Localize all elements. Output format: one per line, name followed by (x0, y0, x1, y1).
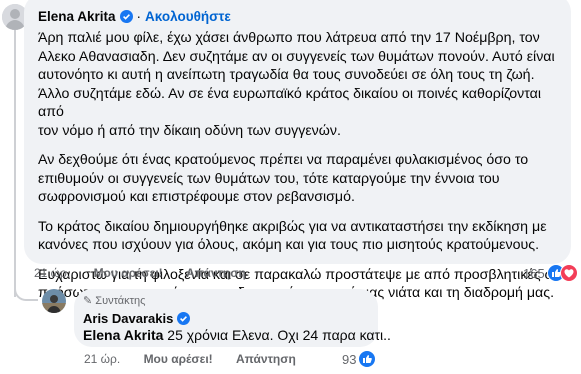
separator-dot: · (136, 9, 142, 24)
comment-time[interactable]: 21 ώρ. (34, 266, 70, 280)
thread-curve (14, 283, 38, 301)
reply-reply-button[interactable]: Απάντηση (236, 352, 296, 366)
replier-avatar[interactable] (42, 289, 66, 313)
verified-badge-icon (177, 312, 191, 325)
reply-header: Aris Davarakis (83, 310, 191, 328)
mention-link[interactable]: Elena Akrita (83, 327, 163, 343)
reply-actions: 21 ώρ. Μου αρέσει! Απάντηση (84, 352, 316, 366)
like-button[interactable]: Μου αρέσει! (94, 266, 163, 280)
reply-time[interactable]: 21 ώρ. (84, 352, 120, 366)
person-icon (42, 289, 66, 313)
comment-author[interactable]: Elena Akrita (38, 9, 116, 24)
reply-text: 25 χρόνια Ελενα. Οχι 24 παρα κατι.. (163, 327, 391, 343)
reply-body: Elena Akrita 25 χρόνια Ελενα. Οχι 24 παρ… (83, 327, 391, 343)
comment-bubble: Elena Akrita · Ακολουθήστε Άρη παλιέ μου φ… (24, 0, 571, 301)
comment-paragraph-2: Αν δεχθούμε ότι ένας κρατούμενος πρέπει … (38, 152, 529, 205)
reply-bubble: ✎ Συντάκτης Aris Davarakis Elena Akrita … (74, 289, 391, 347)
reaction-count: 93 (342, 351, 357, 367)
verified-badge-icon (119, 10, 133, 23)
love-reaction-icon (559, 264, 578, 282)
pen-icon: ✎ (83, 295, 93, 307)
comment-reactions[interactable]: 165 (523, 264, 578, 282)
comment-actions: 21 ώρ. Μου αρέσει! Απάντηση (34, 266, 266, 280)
reaction-count: 165 (523, 265, 545, 281)
follow-button[interactable]: Ακολουθήστε (145, 9, 231, 24)
thread-line (14, 30, 16, 297)
reply-button[interactable]: Απάντηση (186, 266, 246, 280)
comment-paragraph-1: Άρη παλιέ μου φίλε, έχω χάσει άνθρωπο πο… (38, 30, 555, 139)
reply-author[interactable]: Aris Davarakis (83, 311, 173, 326)
comment-header: Elena Akrita · Ακολουθήστε (38, 8, 231, 26)
like-reaction-icon (358, 350, 377, 368)
comment-paragraph-3: Το κράτος δικαίου δημιουργήθηκε ακριβώς … (38, 218, 547, 254)
reply-like-button[interactable]: Μου αρέσει! (144, 352, 213, 366)
author-badge: ✎ Συντάκτης (83, 295, 146, 307)
reply-reactions[interactable]: 93 (342, 350, 377, 368)
